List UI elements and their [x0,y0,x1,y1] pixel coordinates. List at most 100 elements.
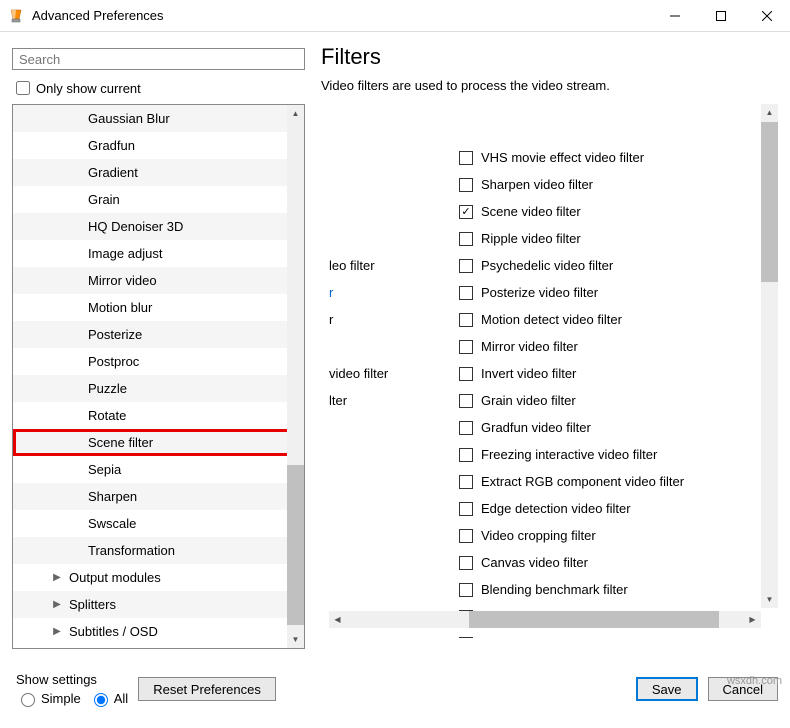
filter-checkbox[interactable] [459,394,473,408]
minimize-button[interactable] [652,0,698,32]
tree-item[interactable]: Transformation [13,537,304,564]
only-current-text: Only show current [36,81,141,96]
reset-preferences-button[interactable]: Reset Preferences [138,677,276,701]
filter-checkbox[interactable] [459,367,473,381]
save-button[interactable]: Save [636,677,698,701]
filter-checkbox[interactable] [459,502,473,516]
only-current-checkbox-label[interactable]: Only show current [12,78,305,98]
filter-checkbox-label[interactable]: Edge detection video filter [459,501,631,516]
tree-item[interactable]: ▶ Output modules [13,564,304,591]
filter-checkbox-label[interactable]: Psychedelic video filter [459,258,613,273]
filter-checkbox-label[interactable]: Video cropping filter [459,528,596,543]
tree-item[interactable]: Image adjust [13,240,304,267]
filter-checkbox[interactable] [459,421,473,435]
radio-simple[interactable] [21,693,35,707]
tree-item[interactable]: Gradfun [13,132,304,159]
filter-row: ✓Scene video filter [329,198,778,225]
filter-checkbox-label[interactable]: Posterize video filter [459,285,598,300]
tree-item[interactable]: Grain [13,186,304,213]
filter-checkbox-label[interactable]: Motion detect video filter [459,312,622,327]
chevron-right-icon[interactable]: ▶ [51,599,63,610]
filter-checkbox-label[interactable]: VHS movie effect video filter [459,150,644,165]
filter-row: VHS movie effect video filter [329,144,778,171]
filters-vscrollbar[interactable]: ▲ ▼ [761,104,778,608]
maximize-button[interactable] [698,0,744,32]
radio-all[interactable] [94,693,108,707]
filter-checkbox-label[interactable]: Grain video filter [459,393,576,408]
filter-label: Edge detection video filter [481,501,631,516]
tree-item-label: Output modules [69,570,161,585]
filter-label: VHS movie effect video filter [481,150,644,165]
filter-checkbox[interactable] [459,286,473,300]
filter-checkbox-label[interactable]: Ripple video filter [459,231,581,246]
filter-checkbox-label[interactable]: Mirror video filter [459,339,578,354]
tree-item-label: Motion blur [88,300,152,315]
filter-checkbox-label[interactable]: Invert video filter [459,366,576,381]
filter-checkbox-label[interactable]: Blending benchmark filter [459,582,628,597]
filter-checkbox[interactable] [459,637,473,639]
filter-checkbox-label[interactable]: Sharpen video filter [459,177,593,192]
tree-item-label: Transformation [88,543,175,558]
filter-checkbox[interactable] [459,475,473,489]
filter-label: Invert video filter [481,366,576,381]
tree-scrollbar[interactable]: ▲ ▼ [287,105,304,648]
filter-row: Mirror video filter [329,333,778,360]
tree-item[interactable]: Sharpen [13,483,304,510]
tree-item[interactable]: Gaussian Blur [13,105,304,132]
close-button[interactable] [744,0,790,32]
tree-item[interactable]: Gradient [13,159,304,186]
filter-checkbox[interactable] [459,448,473,462]
radio-all-label[interactable]: All [89,690,128,707]
tree-item[interactable]: Posterize [13,321,304,348]
tree-item[interactable]: ▶ Subtitles / OSD [13,618,304,645]
tree-item-label: Rotate [88,408,126,423]
tree-item[interactable]: Postproc [13,348,304,375]
tree-item[interactable]: Scene filter [13,429,304,456]
filter-checkbox-label[interactable]: Canvas video filter [459,555,588,570]
filter-checkbox[interactable] [459,232,473,246]
chevron-right-icon[interactable]: ▶ [51,626,63,637]
settings-tree: Gaussian Blur Gradfun Gradient GrainHQ Deno… [12,104,305,649]
filter-checkbox[interactable] [459,151,473,165]
filter-checkbox[interactable]: ✓ [459,205,473,219]
filter-checkbox-label[interactable]: ✓Scene video filter [459,204,581,219]
filter-label: Mirror video filter [481,339,578,354]
tree-scrollbar-thumb[interactable] [287,465,304,625]
tree-item[interactable]: Motion blur [13,294,304,321]
filter-checkbox[interactable] [459,556,473,570]
filters-vscroll-thumb[interactable] [761,122,778,282]
filters-hscroll-thumb[interactable] [469,611,719,628]
tree-item-label: Swscale [88,516,136,531]
filter-checkbox-label[interactable]: Gradfun video filter [459,420,591,435]
page-title: Filters [321,44,778,70]
tree-item-label: Gaussian Blur [88,111,170,126]
tree-item-label: Gradient [88,165,138,180]
tree-item[interactable]: Swscale [13,510,304,537]
filter-checkbox[interactable] [459,583,473,597]
tree-item[interactable]: Rotate [13,402,304,429]
tree-item-label: Subtitles / OSD [69,624,158,639]
tree-item-label: Splitters [69,597,116,612]
chevron-right-icon[interactable]: ▶ [51,572,63,583]
filter-checkbox-label[interactable]: Extract RGB component video filter [459,474,684,489]
filter-left-fragment: r [329,312,459,327]
filter-checkbox[interactable] [459,259,473,273]
filter-checkbox[interactable] [459,529,473,543]
footer: Show settings Simple All Reset Preferenc… [0,662,790,716]
filters-hscrollbar[interactable]: ◀ ▶ [329,611,761,628]
tree-item[interactable]: ▶ Splitters [13,591,304,618]
filter-checkbox-label[interactable]: Alpha mask video filter [459,636,612,638]
tree-item[interactable]: Puzzle [13,375,304,402]
filter-checkbox[interactable] [459,178,473,192]
filter-checkbox[interactable] [459,340,473,354]
tree-item[interactable]: HQ Denoiser 3D [13,213,304,240]
search-input[interactable] [12,48,305,70]
only-current-checkbox[interactable] [16,81,30,95]
filter-checkbox[interactable] [459,313,473,327]
tree-item-label: Posterize [88,327,142,342]
tree-item[interactable]: Mirror video [13,267,304,294]
filter-checkbox-label[interactable]: Freezing interactive video filter [459,447,657,462]
tree-item[interactable]: Sepia [13,456,304,483]
filter-label: Sharpen video filter [481,177,593,192]
radio-simple-label[interactable]: Simple [16,690,81,707]
